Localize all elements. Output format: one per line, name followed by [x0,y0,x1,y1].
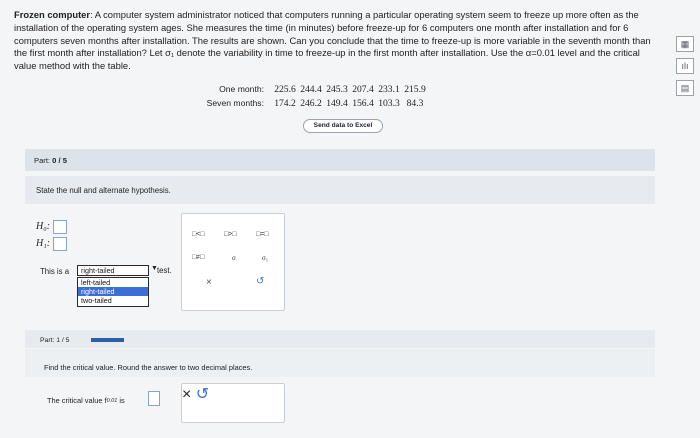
cv-subscript: 0.01 [106,397,118,404]
problem-statement: Frozen computer: A computer system admin… [14,9,662,73]
tail-option[interactable]: right-tailed [78,287,148,296]
table-cell: 103.3 [378,97,400,109]
one-month-row: One month: 225.6 244.4 245.3 207.4 233.1… [200,82,428,96]
clear-icon[interactable]: × [182,386,191,403]
calculator-icon[interactable]: ılı [676,58,694,74]
cv-text: The critical value f [47,396,107,405]
less-than-button[interactable]: □<□ [192,231,205,238]
h1-label: H₁: [36,238,51,249]
table-cell: 215.9 [404,83,426,95]
seven-months-row: Seven months: 174.2 246.2 149.4 156.4 10… [200,96,428,110]
h1-input[interactable] [53,236,68,251]
problem-text: : A computer system administrator notice… [14,9,651,72]
part2-question: Find the critical value. Round the answe… [44,363,253,372]
seven-months-label: Seven months: [206,98,264,108]
part2-palette: × ↺ [181,383,285,423]
table-cell: 246.2 [300,97,322,109]
sigma-button[interactable]: σ [232,254,236,262]
tail-suffix: test. [157,266,172,275]
table-cell: 207.4 [352,83,374,95]
table-cell: 233.1 [378,83,400,95]
one-month-label: One month: [219,84,264,94]
table-icon[interactable]: ▦ [676,36,694,52]
h0-label: H₀: [36,221,51,232]
problem-title: Frozen computer [14,9,91,20]
cv-is: is [119,396,125,405]
tail-option[interactable]: two-tailed [78,296,148,305]
tail-select[interactable]: right-tailed [77,265,149,276]
undo-icon[interactable]: ↺ [196,386,209,403]
not-equal-button[interactable]: □≠□ [192,254,204,261]
h0-row: H₀: [36,218,68,235]
part1-label-prefix: Part: [34,156,53,165]
part1-progress: 0 / 5 [52,156,67,165]
hypotheses: H₀: H₁: [36,218,68,252]
critical-value-input[interactable] [148,391,160,406]
data-table: One month: 225.6 244.4 245.3 207.4 233.1… [200,82,428,110]
greater-than-button[interactable]: □>□ [224,231,237,238]
table-cell: 245.3 [326,83,348,95]
table-cell: 244.4 [300,83,322,95]
part1-question: State the null and alternate hypothesis. [36,186,171,195]
undo-icon[interactable]: ↺ [256,276,264,287]
equals-button[interactable]: □=□ [256,231,269,238]
side-toolbar: ▦ ılı ▤ [676,36,696,102]
sigma1-button[interactable]: σ₁ [262,254,268,262]
tail-option[interactable]: left-tailed [78,278,148,287]
root: Frozen computer: A computer system admin… [0,0,700,438]
part1-header [25,149,655,171]
reference-icon[interactable]: ▤ [676,80,694,96]
critical-value-label: The critical value f 0.01 is [47,396,125,405]
h1-row: H₁: [36,235,68,252]
table-cell: 149.4 [326,97,348,109]
table-cell: 225.6 [274,83,296,95]
clear-icon[interactable]: × [206,277,212,288]
h0-input[interactable] [53,219,68,234]
symbol-palette: □<□ □>□ □=□ □≠□ σ σ₁ × ↺ [181,213,285,311]
send-to-excel-button[interactable]: Send data to Excel [303,119,383,133]
table-cell: 156.4 [352,97,374,109]
tail-options[interactable]: left-tailed right-tailed two-tailed [77,277,149,307]
table-cell: 174.2 [274,97,296,109]
table-cell: 84.3 [406,97,424,109]
tail-prefix: This is a [40,267,70,276]
part2-label: Part: 1 / 5 [40,337,70,344]
part1-label: Part: 0 / 5 [34,156,67,165]
part2-progress-bar [91,338,124,342]
